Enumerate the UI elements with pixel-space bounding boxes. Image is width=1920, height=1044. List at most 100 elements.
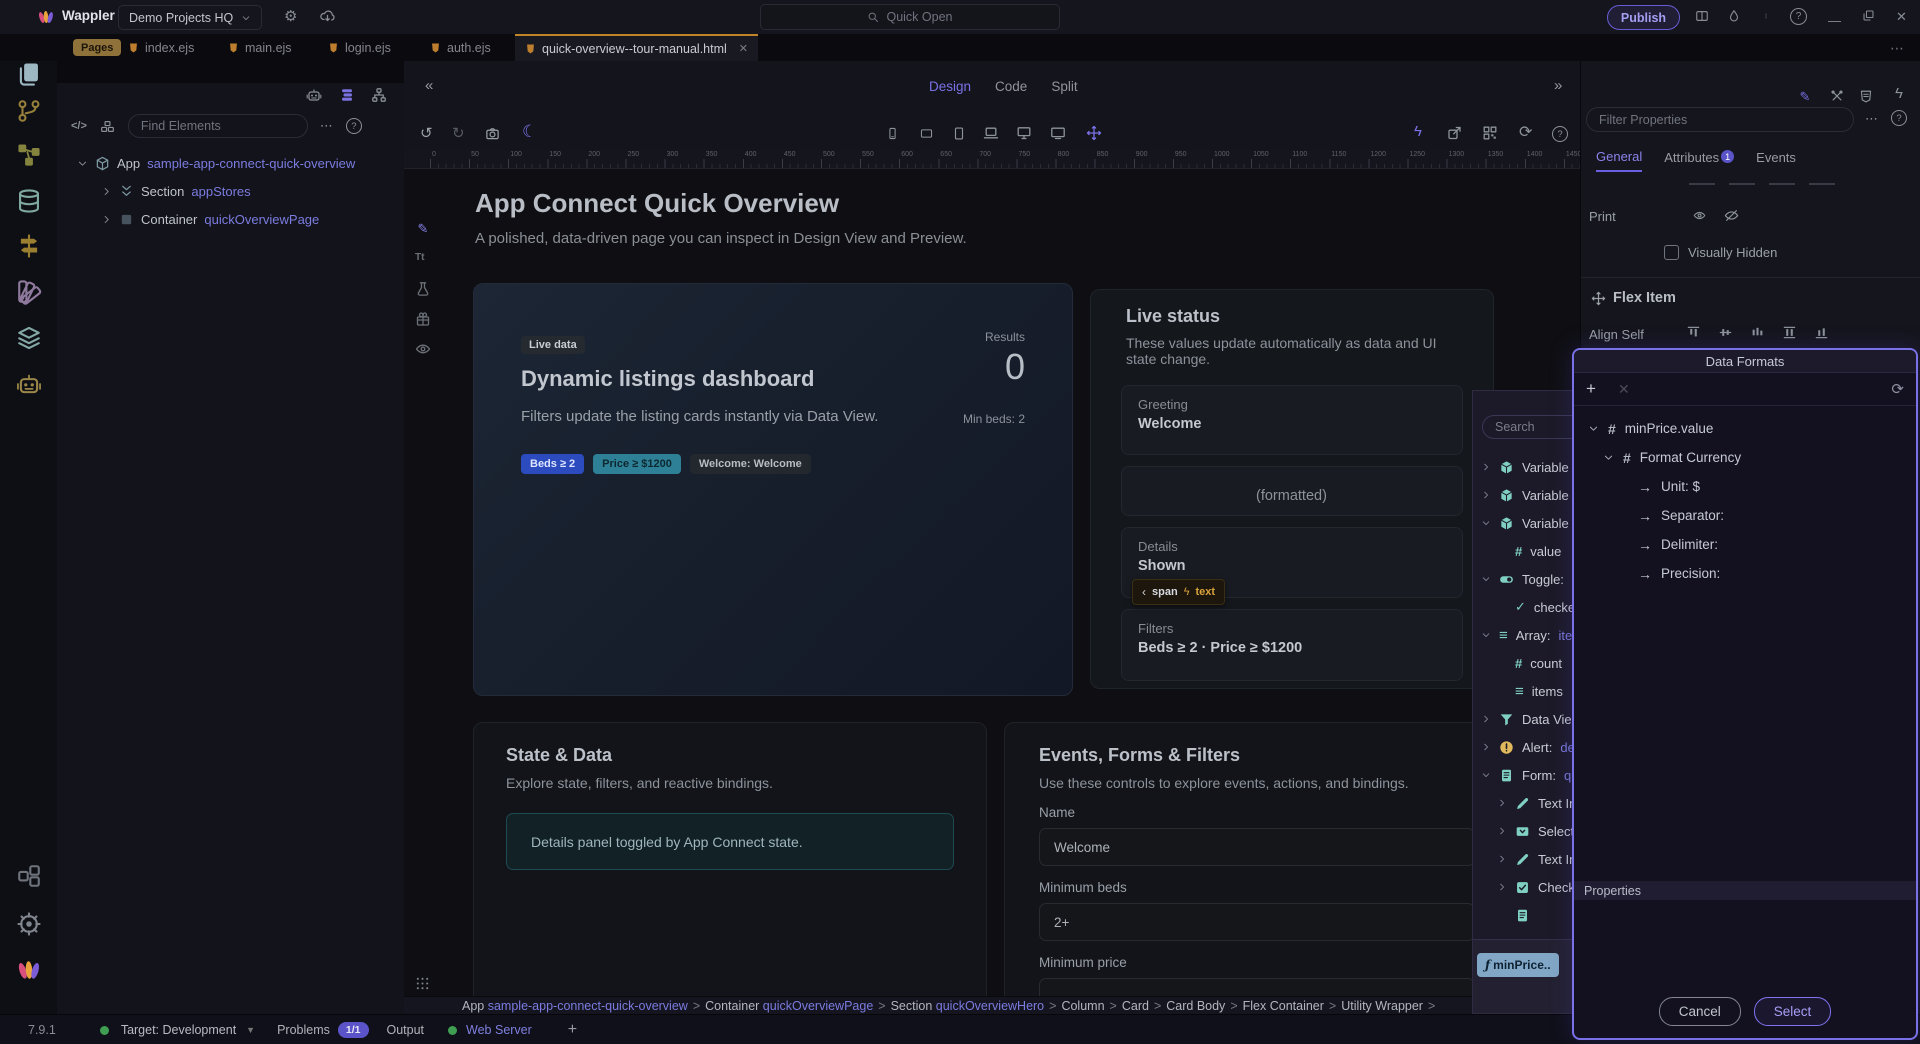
tab-general[interactable]: General bbox=[1596, 149, 1642, 172]
add-format-icon[interactable]: + bbox=[1586, 379, 1596, 399]
help-icon[interactable]: ? bbox=[1790, 8, 1807, 25]
app-connect-bolt-icon[interactable]: ϟ bbox=[1414, 123, 1422, 140]
picker-tree-row[interactable] bbox=[1473, 901, 1575, 929]
picker-tree-row[interactable]: Form:qu bbox=[1473, 761, 1575, 789]
dialog-title[interactable]: Data Formats bbox=[1574, 350, 1916, 373]
format-tree-row[interactable]: #Format Currency bbox=[1584, 443, 1906, 472]
expression-chip[interactable]: ƒ minPrice.. bbox=[1477, 953, 1559, 977]
file-tab[interactable]: auth.ejs bbox=[420, 34, 501, 61]
form-text-input[interactable]: 2+ bbox=[1039, 903, 1475, 941]
layers-rail-icon[interactable] bbox=[16, 325, 42, 351]
styles-rail-icon[interactable] bbox=[16, 279, 42, 305]
database-rail-icon[interactable] bbox=[16, 188, 42, 214]
breadcrumb-item[interactable]: Utility Wrapper bbox=[1341, 999, 1423, 1013]
device-tablet-landscape-icon[interactable] bbox=[918, 127, 935, 140]
pages-rail-icon[interactable] bbox=[16, 61, 42, 87]
tab-overflow-icon[interactable]: ⋯ bbox=[1890, 40, 1905, 57]
redo-icon[interactable]: ↻ bbox=[452, 124, 465, 142]
apps-grid-icon[interactable] bbox=[415, 976, 430, 991]
app-structure-icon[interactable] bbox=[338, 87, 356, 103]
panels-layout-icon[interactable] bbox=[1694, 9, 1710, 23]
picker-tree-row[interactable]: Variable bbox=[1473, 453, 1575, 481]
file-tab[interactable]: quick-overview--tour-manual.html✕ bbox=[515, 34, 758, 61]
robot-rail-icon[interactable] bbox=[16, 371, 42, 397]
breadcrumb[interactable]: App sample-app-connect-quick-overview>Co… bbox=[404, 996, 1580, 1014]
close-tab-icon[interactable]: ✕ bbox=[739, 42, 748, 55]
breadcrumb-item[interactable]: Container bbox=[705, 999, 759, 1013]
deploy-cloud-icon[interactable] bbox=[318, 8, 337, 24]
edit-properties-icon[interactable]: ✎ bbox=[1797, 88, 1813, 104]
typography-icon[interactable]: Tt bbox=[415, 252, 431, 268]
picker-tree-row[interactable]: #count bbox=[1473, 649, 1575, 677]
breadcrumb-id[interactable]: quickOverviewHero bbox=[932, 999, 1044, 1013]
help-icon[interactable]: ? bbox=[1552, 126, 1568, 142]
gear-solid-rail-icon[interactable] bbox=[16, 911, 42, 937]
picker-tree-row[interactable]: Data Vie bbox=[1473, 705, 1575, 733]
target-label[interactable]: Target: Development bbox=[121, 1023, 236, 1037]
picker-tree-row[interactable]: Variable bbox=[1473, 509, 1575, 537]
visually-hidden-checkbox[interactable] bbox=[1664, 245, 1679, 260]
wappler-rail-icon[interactable] bbox=[16, 957, 42, 983]
workflow-rail-icon[interactable] bbox=[16, 142, 42, 168]
view-tab-code[interactable]: Code bbox=[995, 79, 1027, 94]
share-preview-icon[interactable] bbox=[1446, 125, 1463, 141]
picker-tree-row[interactable]: ✓checke bbox=[1473, 593, 1575, 621]
file-tab[interactable]: index.ejs bbox=[118, 34, 204, 61]
output-label[interactable]: Output bbox=[387, 1023, 425, 1037]
unlink-icon[interactable] bbox=[1830, 89, 1844, 103]
breadcrumb-id[interactable]: sample-app-connect-quick-overview bbox=[484, 999, 688, 1013]
settings-gear-icon[interactable]: ⚙ bbox=[284, 7, 297, 25]
problems-label[interactable]: Problems bbox=[277, 1023, 330, 1037]
picker-tree-row[interactable]: Text In bbox=[1473, 789, 1575, 817]
breadcrumb-item[interactable]: Column bbox=[1061, 999, 1104, 1013]
target-caret-icon[interactable]: ▼ bbox=[246, 1025, 255, 1035]
dynamic-bolt-icon[interactable]: ϟ bbox=[1895, 85, 1903, 102]
device-phone-icon[interactable] bbox=[886, 125, 899, 142]
view-tab-split[interactable]: Split bbox=[1051, 79, 1077, 94]
find-elements-input[interactable]: Find Elements bbox=[128, 114, 308, 138]
theme-drop-icon[interactable] bbox=[1727, 8, 1741, 24]
picker-tree-row[interactable]: Variable bbox=[1473, 481, 1575, 509]
collapse-left-icon[interactable]: « bbox=[425, 77, 433, 94]
format-tree-row[interactable]: #minPrice.value bbox=[1584, 414, 1906, 443]
eye-icon[interactable] bbox=[415, 341, 431, 357]
form-text-input[interactable]: Welcome bbox=[1039, 828, 1475, 866]
breadcrumb-item[interactable]: Flex Container bbox=[1243, 999, 1324, 1013]
flask-icon[interactable] bbox=[415, 281, 431, 297]
css-styles-icon[interactable] bbox=[1859, 89, 1873, 104]
breadcrumb-item[interactable]: Card Body bbox=[1166, 999, 1225, 1013]
tab-events[interactable]: Events bbox=[1756, 150, 1796, 171]
picker-search-input[interactable]: Search bbox=[1482, 415, 1575, 439]
pages-badge[interactable]: Pages bbox=[73, 39, 121, 56]
remove-format-icon[interactable]: ✕ bbox=[1618, 381, 1630, 398]
gift-icon[interactable] bbox=[415, 311, 431, 327]
kebab-menu-icon[interactable] bbox=[1763, 8, 1769, 24]
qr-code-icon[interactable] bbox=[1482, 125, 1498, 141]
close-window-icon[interactable]: ✕ bbox=[1896, 9, 1907, 25]
format-tree-row[interactable]: →Unit: $ bbox=[1584, 472, 1906, 501]
collapse-right-icon[interactable]: » bbox=[1554, 77, 1562, 94]
format-tree-row[interactable]: →Precision: bbox=[1584, 559, 1906, 588]
free-resize-icon[interactable] bbox=[1086, 125, 1102, 141]
align-baseline-icon[interactable] bbox=[1749, 325, 1766, 340]
refresh-icon[interactable]: ⟳ bbox=[1891, 380, 1904, 398]
select-button[interactable]: Select bbox=[1754, 997, 1832, 1026]
picker-tree-row[interactable]: Select: bbox=[1473, 817, 1575, 845]
add-panel-icon[interactable]: + bbox=[568, 1021, 577, 1039]
project-selector[interactable]: Demo Projects HQ bbox=[118, 5, 262, 30]
webserver-label[interactable]: Web Server bbox=[466, 1023, 532, 1037]
quick-open-search[interactable]: Quick Open bbox=[760, 4, 1060, 30]
element-tree-row[interactable]: SectionappStores bbox=[57, 177, 404, 205]
cancel-button[interactable]: Cancel bbox=[1659, 997, 1741, 1026]
picker-tree-row[interactable]: #value bbox=[1473, 537, 1575, 565]
filter-properties-input[interactable]: Filter Properties bbox=[1586, 107, 1854, 132]
restore-window-icon[interactable] bbox=[1862, 9, 1875, 22]
publish-button[interactable]: Publish bbox=[1607, 5, 1680, 30]
file-tab[interactable]: main.ejs bbox=[218, 34, 302, 61]
ai-assistant-icon[interactable] bbox=[305, 87, 323, 103]
device-desktop-icon[interactable] bbox=[1015, 125, 1033, 141]
help-icon[interactable]: ? bbox=[1891, 110, 1907, 126]
breadcrumb-id[interactable]: quickOverviewPage bbox=[759, 999, 873, 1013]
components-icon[interactable] bbox=[99, 119, 116, 134]
minimize-icon[interactable]: — bbox=[1828, 13, 1841, 28]
